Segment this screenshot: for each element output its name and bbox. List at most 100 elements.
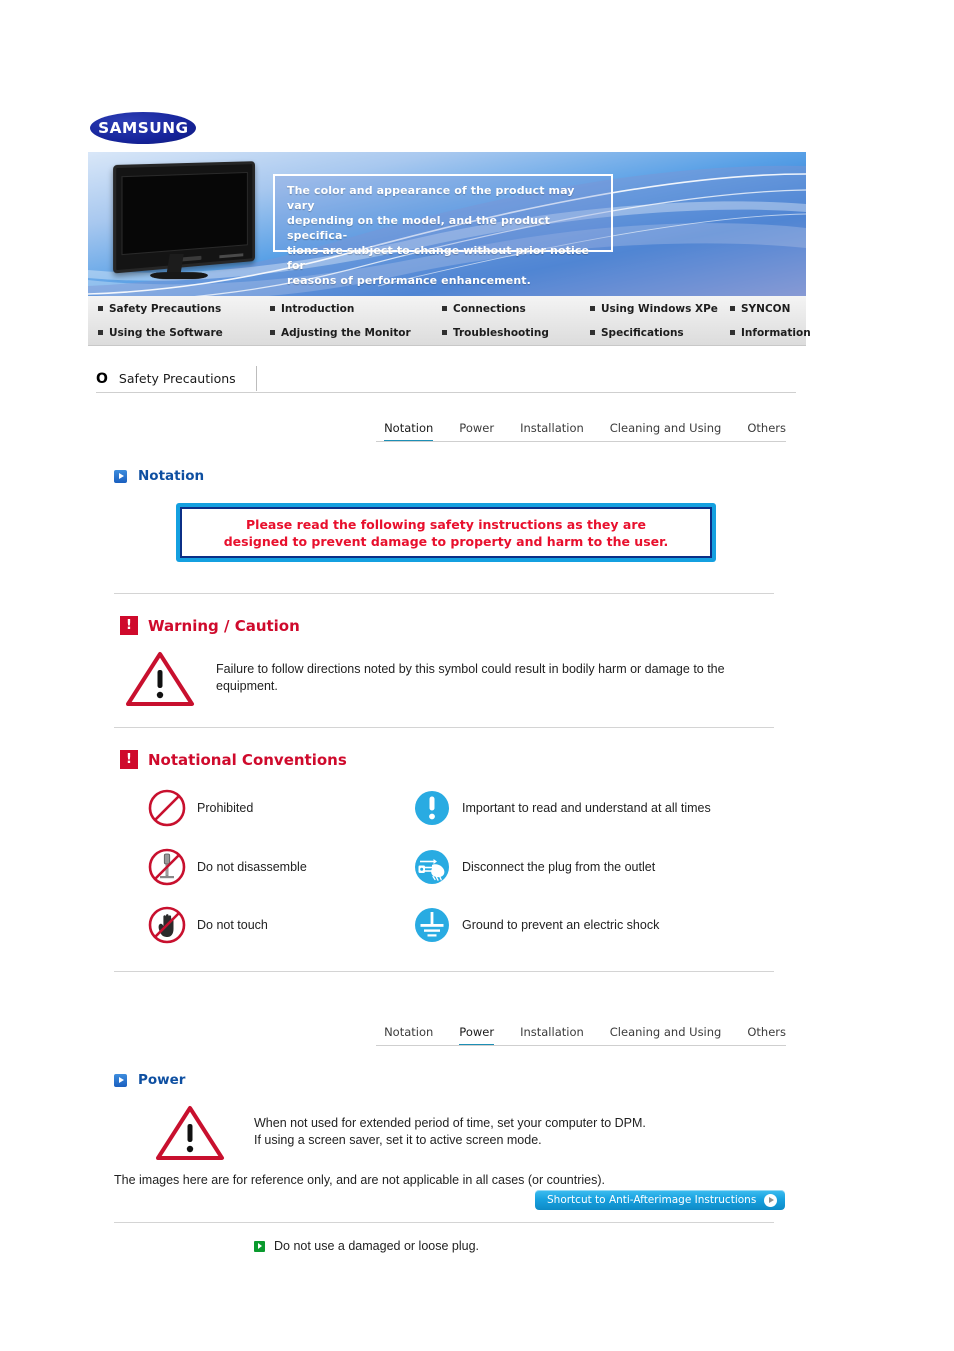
- power-item-label: Do not use a damaged or loose plug.: [274, 1239, 479, 1253]
- tab-installation-2[interactable]: Installation: [520, 1025, 584, 1046]
- convention-label: Disconnect the plug from the outlet: [462, 860, 656, 874]
- nav-item-introduction[interactable]: Introduction: [260, 296, 432, 321]
- blue-arrow-icon: [114, 1073, 127, 1087]
- warning-description: Failure to follow directions noted by th…: [216, 662, 725, 693]
- nav-label: Connections: [453, 302, 526, 315]
- safety-notice-box: Please read the following safety instruc…: [176, 503, 716, 562]
- page-title: O Safety Precautions: [96, 366, 257, 391]
- tab-power-2[interactable]: Power: [459, 1025, 495, 1046]
- nav-bullet-icon: [442, 306, 447, 311]
- nav-item-information[interactable]: Information: [720, 320, 811, 345]
- main-navigation: Safety Precautions Introduction Connecti…: [88, 296, 811, 346]
- tab-cleaning-and-using-2[interactable]: Cleaning and Using: [610, 1025, 722, 1046]
- monitor-stand-base: [148, 272, 210, 280]
- notation-heading-label: Notation: [138, 468, 205, 484]
- nav-label: Using the Software: [109, 326, 223, 339]
- tab-others[interactable]: Others: [747, 421, 786, 442]
- manual-page: SAMSUNG The color and appearance of the …: [0, 0, 954, 1351]
- logo-wordmark: SAMSUNG: [97, 118, 189, 137]
- banner-line-2: depending on the model, and the product …: [287, 214, 550, 242]
- safety-notice-line-2: designed to prevent damage to property a…: [223, 533, 669, 549]
- power-line-1: When not used for extended period of tim…: [254, 1116, 646, 1130]
- subtabs-top: Notation Power Installation Cleaning and…: [376, 414, 786, 442]
- do-not-touch-icon: [145, 903, 189, 947]
- safety-notice-inner: Please read the following safety instruc…: [180, 507, 712, 558]
- convention-label: Ground to prevent an electric shock: [462, 918, 660, 932]
- blue-arrow-icon: [114, 469, 127, 483]
- logo-ellipse: SAMSUNG: [90, 112, 196, 144]
- nav-item-troubleshooting[interactable]: Troubleshooting: [432, 320, 580, 345]
- monitor-product-image: [98, 157, 288, 293]
- power-heading-label: Power: [138, 1072, 186, 1088]
- power-reference-note: The images here are for reference only, …: [114, 1173, 605, 1187]
- warning-triangle-icon: [125, 650, 195, 708]
- power-item-damaged-plug: Do not use a damaged or loose plug.: [254, 1239, 479, 1253]
- tab-notation[interactable]: Notation: [384, 421, 434, 442]
- convention-do-not-disassemble: Do not disassemble: [145, 845, 307, 889]
- banner-line-1: The color and appearance of the product …: [287, 184, 575, 212]
- banner-line-3: tions are subject to change without prio…: [287, 244, 590, 272]
- ground-icon: [410, 903, 454, 947]
- nav-label: Information: [741, 326, 811, 339]
- subtabs-bottom: Notation Power Installation Cleaning and…: [376, 1018, 786, 1046]
- notation-heading: Notation: [114, 468, 204, 484]
- exclamation-box-icon: !: [120, 616, 138, 635]
- nav-item-adjusting-the-monitor[interactable]: Adjusting the Monitor: [260, 320, 432, 345]
- exclamation-box-icon: !: [120, 750, 138, 769]
- divider-above-warning: [114, 593, 774, 594]
- subtabs-bottom-rule: [376, 1045, 786, 1046]
- convention-label: Important to read and understand at all …: [462, 801, 711, 815]
- section-header-divider: [96, 392, 796, 393]
- nav-label: Using Windows XPe: [601, 302, 718, 315]
- tab-cleaning-and-using[interactable]: Cleaning and Using: [610, 421, 722, 442]
- divider-below-conventions: [114, 971, 774, 972]
- play-circle-icon: [764, 1193, 778, 1207]
- convention-disconnect-plug: Disconnect the plug from the outlet: [410, 845, 655, 889]
- convention-do-not-touch: Do not touch: [145, 903, 268, 947]
- nav-bullet-icon: [98, 306, 103, 311]
- prohibited-icon: [145, 786, 189, 830]
- nav-label: SYNCON: [741, 302, 791, 315]
- do-not-disassemble-icon: [145, 845, 189, 889]
- header-banner: The color and appearance of the product …: [88, 152, 806, 296]
- page-title-label: Safety Precautions: [118, 371, 236, 386]
- nav-bullet-icon: [730, 330, 735, 335]
- nav-bullet-icon: [590, 306, 595, 311]
- nav-item-connections[interactable]: Connections: [432, 296, 580, 321]
- nav-item-using-windows-xpe[interactable]: Using Windows XPe: [580, 296, 720, 321]
- monitor-bezel: [113, 161, 255, 274]
- power-line-2: If using a screen saver, set it to activ…: [254, 1133, 542, 1147]
- nav-item-syncon[interactable]: SYNCON: [720, 296, 806, 321]
- section-header: O Safety Precautions: [96, 366, 796, 392]
- green-arrow-icon: [254, 1240, 265, 1252]
- banner-callout-box: The color and appearance of the product …: [273, 174, 613, 287]
- nav-row-1: Safety Precautions Introduction Connecti…: [88, 296, 806, 321]
- convention-important: Important to read and understand at all …: [410, 786, 711, 830]
- subtabs-top-rule: [376, 441, 786, 442]
- nav-label: Troubleshooting: [453, 326, 549, 339]
- nav-item-safety-precautions[interactable]: Safety Precautions: [88, 296, 260, 321]
- convention-label: Do not disassemble: [197, 860, 307, 874]
- power-warning-triangle-icon: [155, 1104, 225, 1162]
- nav-label: Safety Precautions: [109, 302, 222, 315]
- warning-caution-label: Warning / Caution: [148, 616, 300, 635]
- convention-label: Do not touch: [197, 918, 268, 932]
- shortcut-button-label: Shortcut to Anti-Afterimage Instructions: [547, 1194, 757, 1206]
- tab-notation-2[interactable]: Notation: [384, 1025, 433, 1046]
- nav-bullet-icon: [730, 306, 735, 311]
- convention-label: Prohibited: [197, 801, 254, 815]
- circle-o-icon: O: [96, 370, 108, 387]
- shortcut-anti-afterimage-button[interactable]: Shortcut to Anti-Afterimage Instructions: [535, 1190, 786, 1210]
- nav-row-2: Using the Software Adjusting the Monitor…: [88, 320, 811, 345]
- tab-power[interactable]: Power: [459, 421, 494, 442]
- tab-installation[interactable]: Installation: [520, 421, 584, 442]
- important-exclamation-icon: [410, 786, 454, 830]
- safety-notice-line-1: Please read the following safety instruc…: [246, 516, 646, 532]
- warning-caution-heading: ! Warning / Caution: [120, 616, 300, 635]
- nav-bullet-icon: [98, 330, 103, 335]
- divider-above-conventions: [114, 727, 774, 728]
- nav-item-specifications[interactable]: Specifications: [580, 320, 720, 345]
- tab-others-2[interactable]: Others: [747, 1025, 786, 1046]
- nav-item-using-the-software[interactable]: Using the Software: [88, 320, 260, 345]
- convention-prohibited: Prohibited: [145, 786, 253, 830]
